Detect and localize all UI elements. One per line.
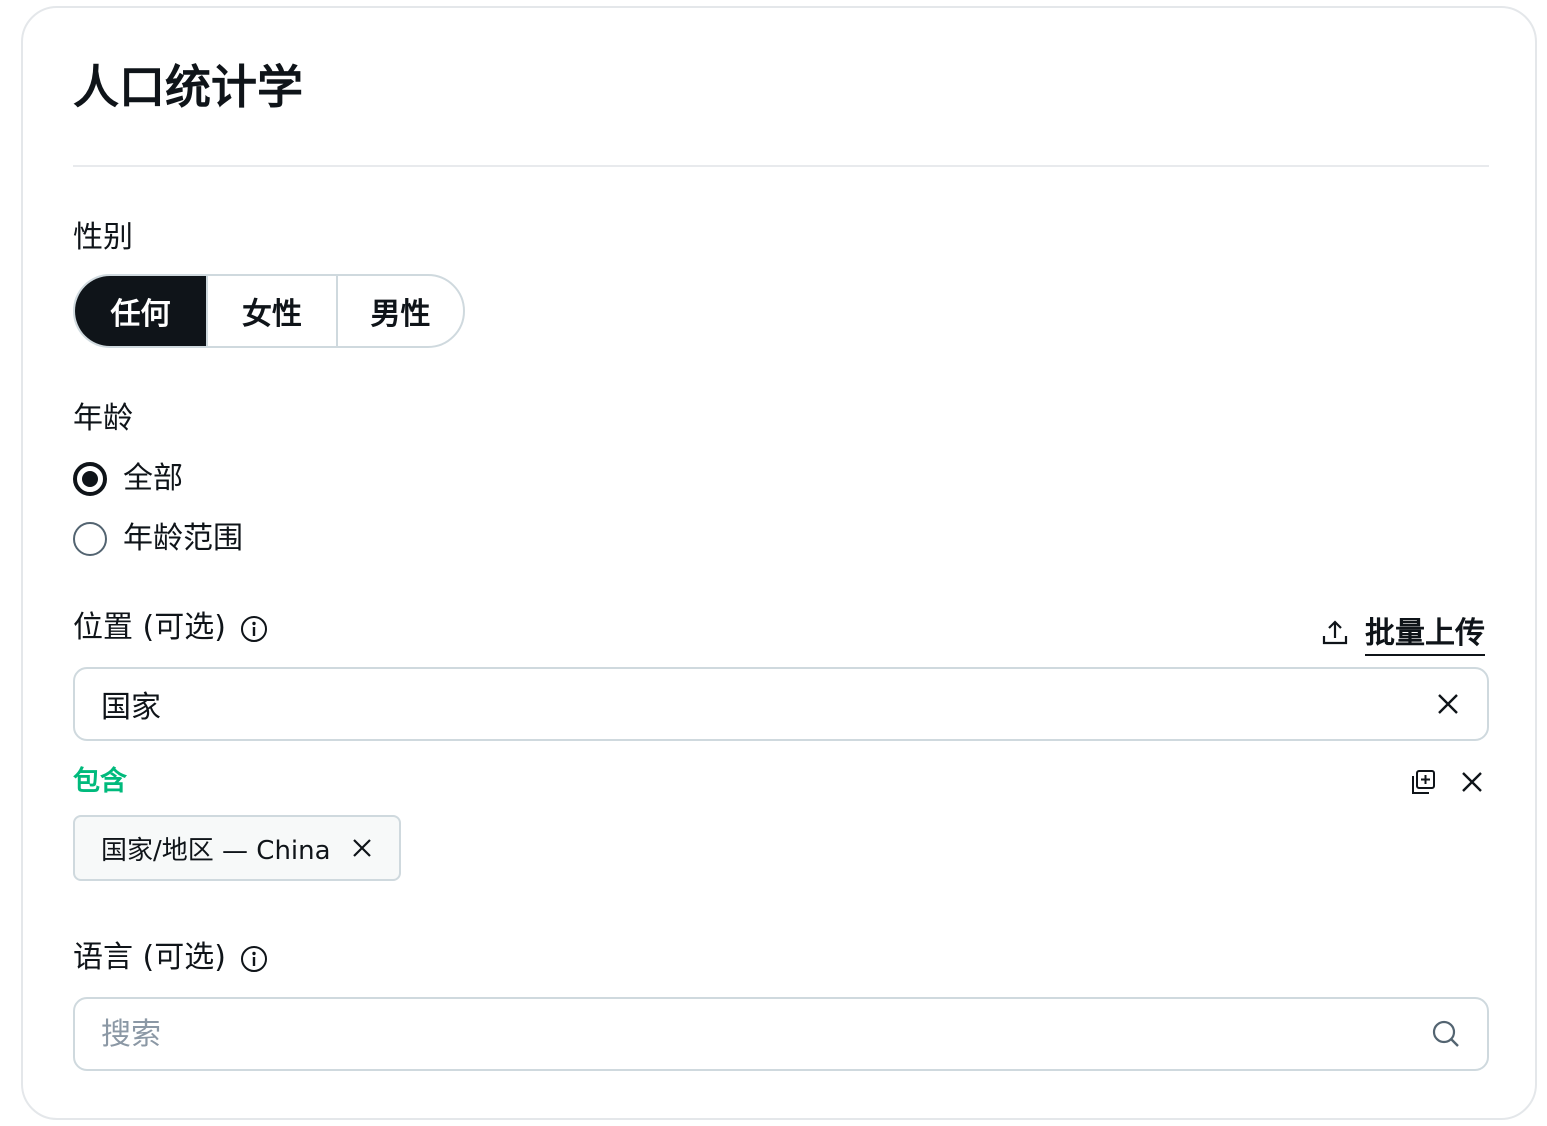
close-icon[interactable]	[1435, 691, 1461, 717]
age-option-range-label: 年龄范围	[123, 521, 243, 556]
include-actions	[1409, 768, 1485, 796]
language-label: 语言 (可选)	[73, 940, 226, 975]
language-label-row: 语言 (可选)	[73, 938, 268, 978]
location-input-value[interactable]: 国家	[101, 682, 1435, 726]
location-chip: 国家/地区 — China	[73, 815, 401, 881]
chip-label: 国家/地区 — China	[101, 835, 331, 866]
gender-option-female[interactable]: 女性	[206, 276, 336, 346]
radio-checked[interactable]	[73, 462, 107, 496]
age-label: 年龄	[73, 401, 133, 436]
add-copy-icon[interactable]	[1409, 768, 1437, 796]
close-icon[interactable]	[351, 837, 373, 859]
bulk-upload-label: 批量上传	[1365, 614, 1485, 656]
language-search-input[interactable]	[101, 1016, 1431, 1052]
bulk-upload-button[interactable]: 批量上传	[1321, 614, 1485, 656]
language-search-field[interactable]	[73, 997, 1489, 1071]
location-input[interactable]: 国家	[73, 667, 1489, 741]
close-icon[interactable]	[1459, 769, 1485, 795]
age-option-all[interactable]: 全部	[73, 459, 183, 499]
info-icon[interactable]	[240, 944, 268, 972]
gender-option-any[interactable]: 任何	[75, 276, 206, 346]
radio-unchecked[interactable]	[73, 522, 107, 556]
gender-label: 性别	[73, 220, 133, 255]
gender-segmented-control: 任何 女性 男性	[73, 274, 465, 348]
gender-option-male[interactable]: 男性	[336, 276, 463, 346]
upload-icon	[1321, 619, 1349, 651]
age-option-range[interactable]: 年龄范围	[73, 519, 243, 559]
demographics-card: 人口统计学 性别 任何 女性 男性 年龄 全部 年龄范围 位置 (可选) 批量上…	[21, 6, 1537, 1120]
info-icon[interactable]	[240, 614, 268, 642]
divider	[73, 165, 1489, 167]
search-icon[interactable]	[1431, 1019, 1461, 1049]
location-label-row: 位置 (可选)	[73, 608, 268, 648]
include-label: 包含	[73, 766, 127, 797]
page-title: 人口统计学	[73, 60, 303, 114]
age-option-all-label: 全部	[123, 461, 183, 496]
location-label: 位置 (可选)	[73, 610, 226, 645]
